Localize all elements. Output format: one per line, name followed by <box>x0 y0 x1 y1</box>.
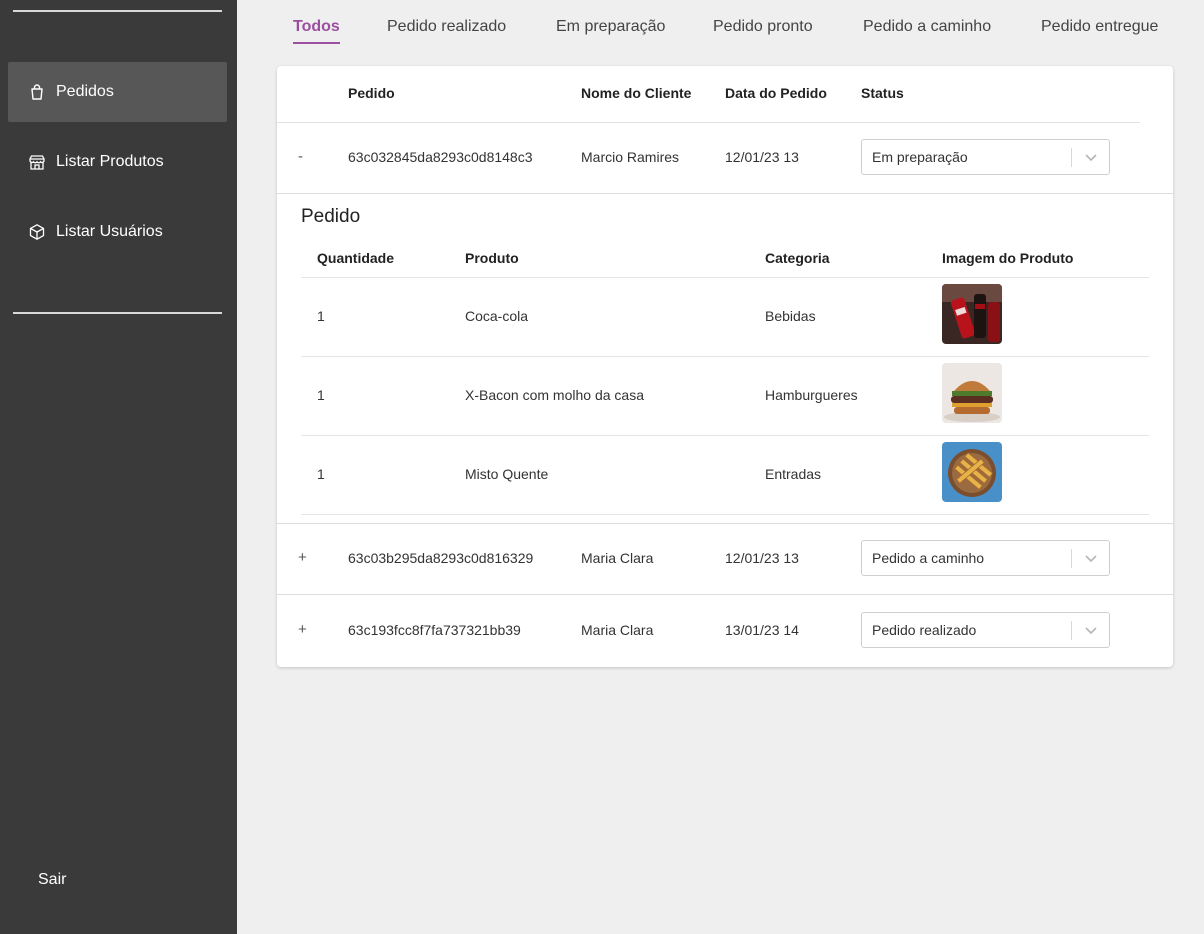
box-icon <box>28 223 46 241</box>
detail-divider <box>301 514 1149 515</box>
detail-header-imagem: Imagem do Produto <box>942 250 1074 266</box>
status-select-value: Pedido realizado <box>872 622 977 638</box>
sidebar-item-listar-produtos[interactable]: Listar Produtos <box>8 132 227 192</box>
product-image-x-bacon <box>942 363 1002 423</box>
chevron-down-icon <box>1085 627 1097 635</box>
sidebar-item-label: Pedidos <box>56 83 114 100</box>
client-name: Marcio Ramires <box>581 149 680 165</box>
client-name: Maria Clara <box>581 622 654 638</box>
detail-divider <box>301 277 1149 278</box>
orders-table: Pedido Nome do Cliente Data do Pedido St… <box>277 66 1173 667</box>
detail-title: Pedido <box>301 206 361 227</box>
detail-header-quantidade: Quantidade <box>317 250 395 266</box>
header-divider <box>277 122 1140 123</box>
item-category: Bebidas <box>765 308 816 324</box>
item-quantity: 1 <box>317 308 325 324</box>
order-date: 12/01/23 13 <box>725 550 799 566</box>
detail-header-produto: Produto <box>465 250 519 266</box>
order-id: 63c193fcc8f7fa737321bb39 <box>348 622 521 638</box>
collapse-row-toggle[interactable]: - <box>298 148 303 165</box>
sidebar-item-listar-usuarios[interactable]: Listar Usuários <box>8 202 227 262</box>
detail-header-categoria: Categoria <box>765 250 830 266</box>
product-image-misto-quente <box>942 442 1002 502</box>
chevron-down-icon <box>1085 555 1097 563</box>
expand-row-toggle[interactable]: + <box>298 549 307 566</box>
item-product: Coca-cola <box>465 308 529 324</box>
sidebar-divider-bottom <box>13 312 222 314</box>
client-name: Maria Clara <box>581 550 654 566</box>
detail-divider <box>301 356 1149 357</box>
select-separator <box>1071 621 1072 640</box>
product-image-coca-cola <box>942 284 1002 344</box>
tab-todos[interactable]: Todos <box>293 18 340 44</box>
column-header-data: Data do Pedido <box>725 85 827 101</box>
order-id: 63c03b295da8293c0d816329 <box>348 550 534 566</box>
tab-pedido-realizado[interactable]: Pedido realizado <box>387 18 506 42</box>
order-date: 13/01/23 14 <box>725 622 799 638</box>
sidebar-divider-top <box>13 10 222 12</box>
column-header-cliente: Nome do Cliente <box>581 85 692 101</box>
row-divider <box>277 594 1173 595</box>
select-separator <box>1071 549 1072 568</box>
item-quantity: 1 <box>317 387 325 403</box>
status-select-value: Pedido a caminho <box>872 550 985 566</box>
tab-em-preparacao[interactable]: Em preparação <box>556 18 665 42</box>
sidebar-item-pedidos[interactable]: Pedidos <box>8 62 227 122</box>
item-product: X-Bacon com molho da casa <box>465 387 644 403</box>
order-date: 12/01/23 13 <box>725 149 799 165</box>
shopping-bag-icon <box>28 83 46 101</box>
row-divider <box>277 193 1173 194</box>
tab-pedido-entregue[interactable]: Pedido entregue <box>1041 18 1158 42</box>
expand-row-toggle[interactable]: + <box>298 621 307 638</box>
status-select-value: Em preparação <box>872 149 968 165</box>
sidebar: Pedidos Listar Produtos Listar Usuários … <box>0 0 237 934</box>
status-select[interactable]: Pedido realizado <box>861 612 1110 648</box>
detail-divider <box>301 435 1149 436</box>
item-quantity: 1 <box>317 466 325 482</box>
select-separator <box>1071 148 1072 167</box>
column-header-pedido: Pedido <box>348 85 395 101</box>
status-select[interactable]: Em preparação <box>861 139 1110 175</box>
chevron-down-icon <box>1085 154 1097 162</box>
item-category: Hamburgueres <box>765 387 858 403</box>
item-product: Misto Quente <box>465 466 549 482</box>
status-select[interactable]: Pedido a caminho <box>861 540 1110 576</box>
tab-pedido-pronto[interactable]: Pedido pronto <box>713 18 813 42</box>
logout-button[interactable]: Sair <box>38 871 66 889</box>
column-header-status: Status <box>861 85 904 101</box>
row-divider <box>277 523 1173 524</box>
store-icon <box>28 153 46 171</box>
status-tabs: Todos Pedido realizado Em preparação Ped… <box>277 18 1173 48</box>
sidebar-item-label: Listar Usuários <box>56 223 163 240</box>
tab-pedido-a-caminho[interactable]: Pedido a caminho <box>863 18 991 42</box>
sidebar-item-label: Listar Produtos <box>56 153 164 170</box>
order-id: 63c032845da8293c0d8148c3 <box>348 149 533 165</box>
item-category: Entradas <box>765 466 822 482</box>
